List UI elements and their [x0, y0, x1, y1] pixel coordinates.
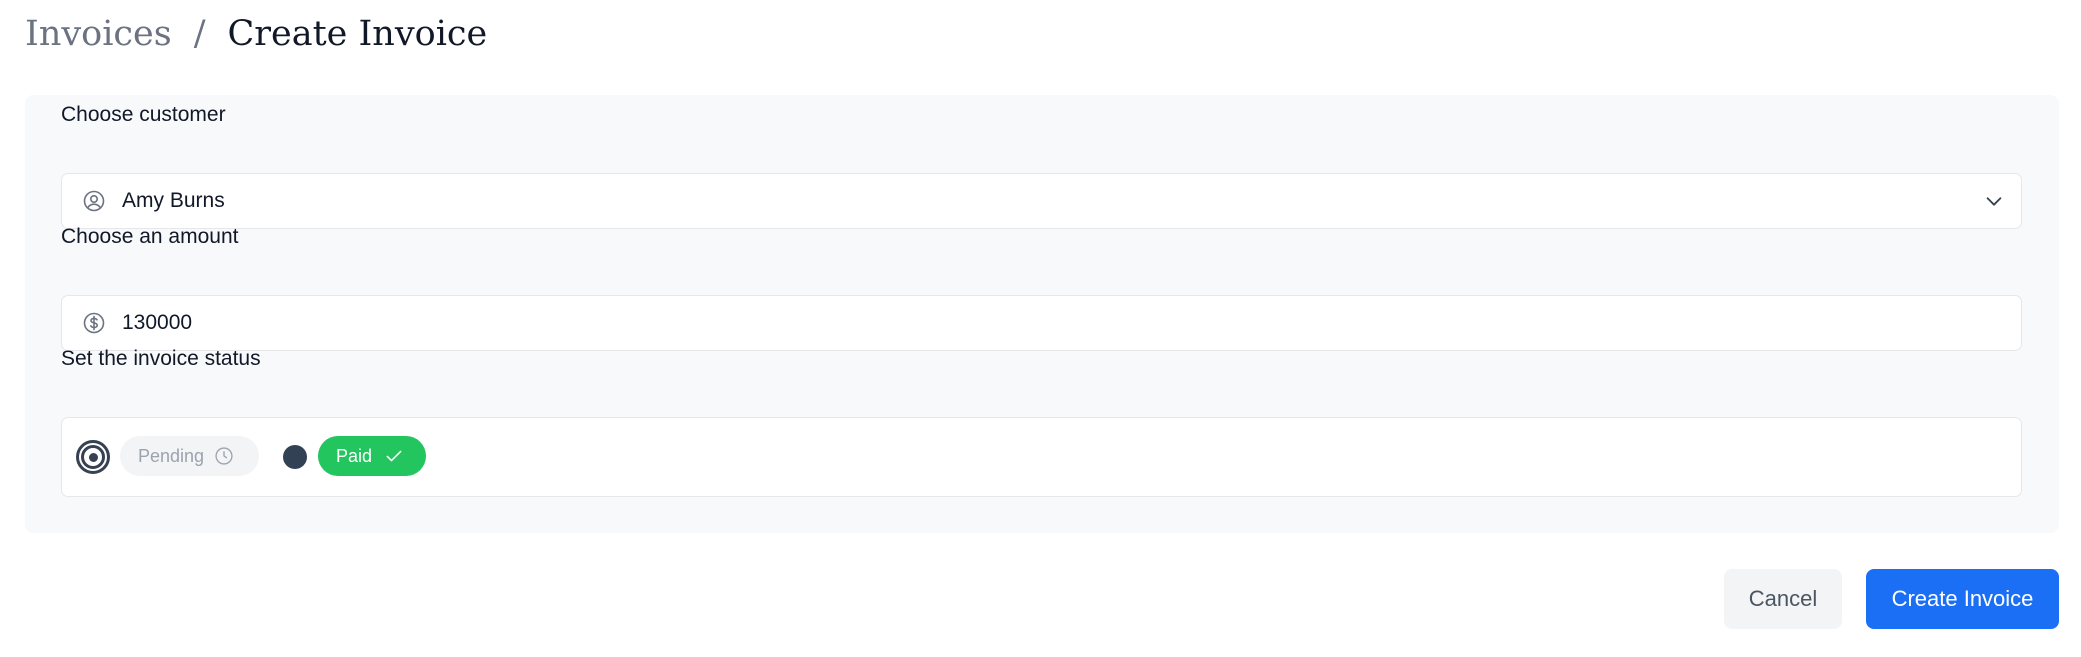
- status-radio-group: Pending Paid: [61, 417, 2022, 497]
- invoice-form: Choose customer Amy Burns Choose an amou…: [25, 95, 2059, 533]
- page-title: Create Invoice: [227, 14, 488, 54]
- status-paid-radio[interactable]: [283, 445, 307, 469]
- amount-input-value: 130000: [122, 311, 193, 334]
- clock-icon: [215, 447, 233, 465]
- customer-select[interactable]: Amy Burns: [61, 173, 2022, 229]
- amount-label: Choose an amount: [61, 225, 239, 248]
- customer-select-value: Amy Burns: [122, 189, 225, 212]
- check-icon: [386, 450, 402, 462]
- create-invoice-page: Invoices / Create Invoice Choose custome…: [0, 0, 2081, 657]
- breadcrumb: Invoices / Create Invoice: [25, 8, 487, 60]
- radio-inner-ring: [81, 445, 105, 469]
- status-pending-option[interactable]: Pending: [120, 436, 259, 476]
- chevron-down-icon: [1986, 197, 2002, 206]
- dollar-circle-icon: [83, 312, 105, 334]
- status-label: Set the invoice status: [61, 347, 261, 370]
- status-paid-label: Paid: [336, 445, 373, 466]
- breadcrumb-invoices-link[interactable]: Invoices: [25, 14, 172, 54]
- create-invoice-button[interactable]: Create Invoice: [1866, 569, 2059, 629]
- user-circle-icon: [83, 190, 105, 212]
- amount-input[interactable]: 130000: [61, 295, 2022, 351]
- radio-selected-dot: [88, 452, 98, 462]
- status-pending-radio[interactable]: [76, 440, 110, 474]
- breadcrumb-separator: /: [193, 14, 206, 54]
- customer-label: Choose customer: [61, 103, 226, 126]
- status-paid-option[interactable]: Paid: [318, 436, 426, 476]
- cancel-button[interactable]: Cancel: [1724, 569, 1842, 629]
- status-pending-label: Pending: [138, 445, 205, 466]
